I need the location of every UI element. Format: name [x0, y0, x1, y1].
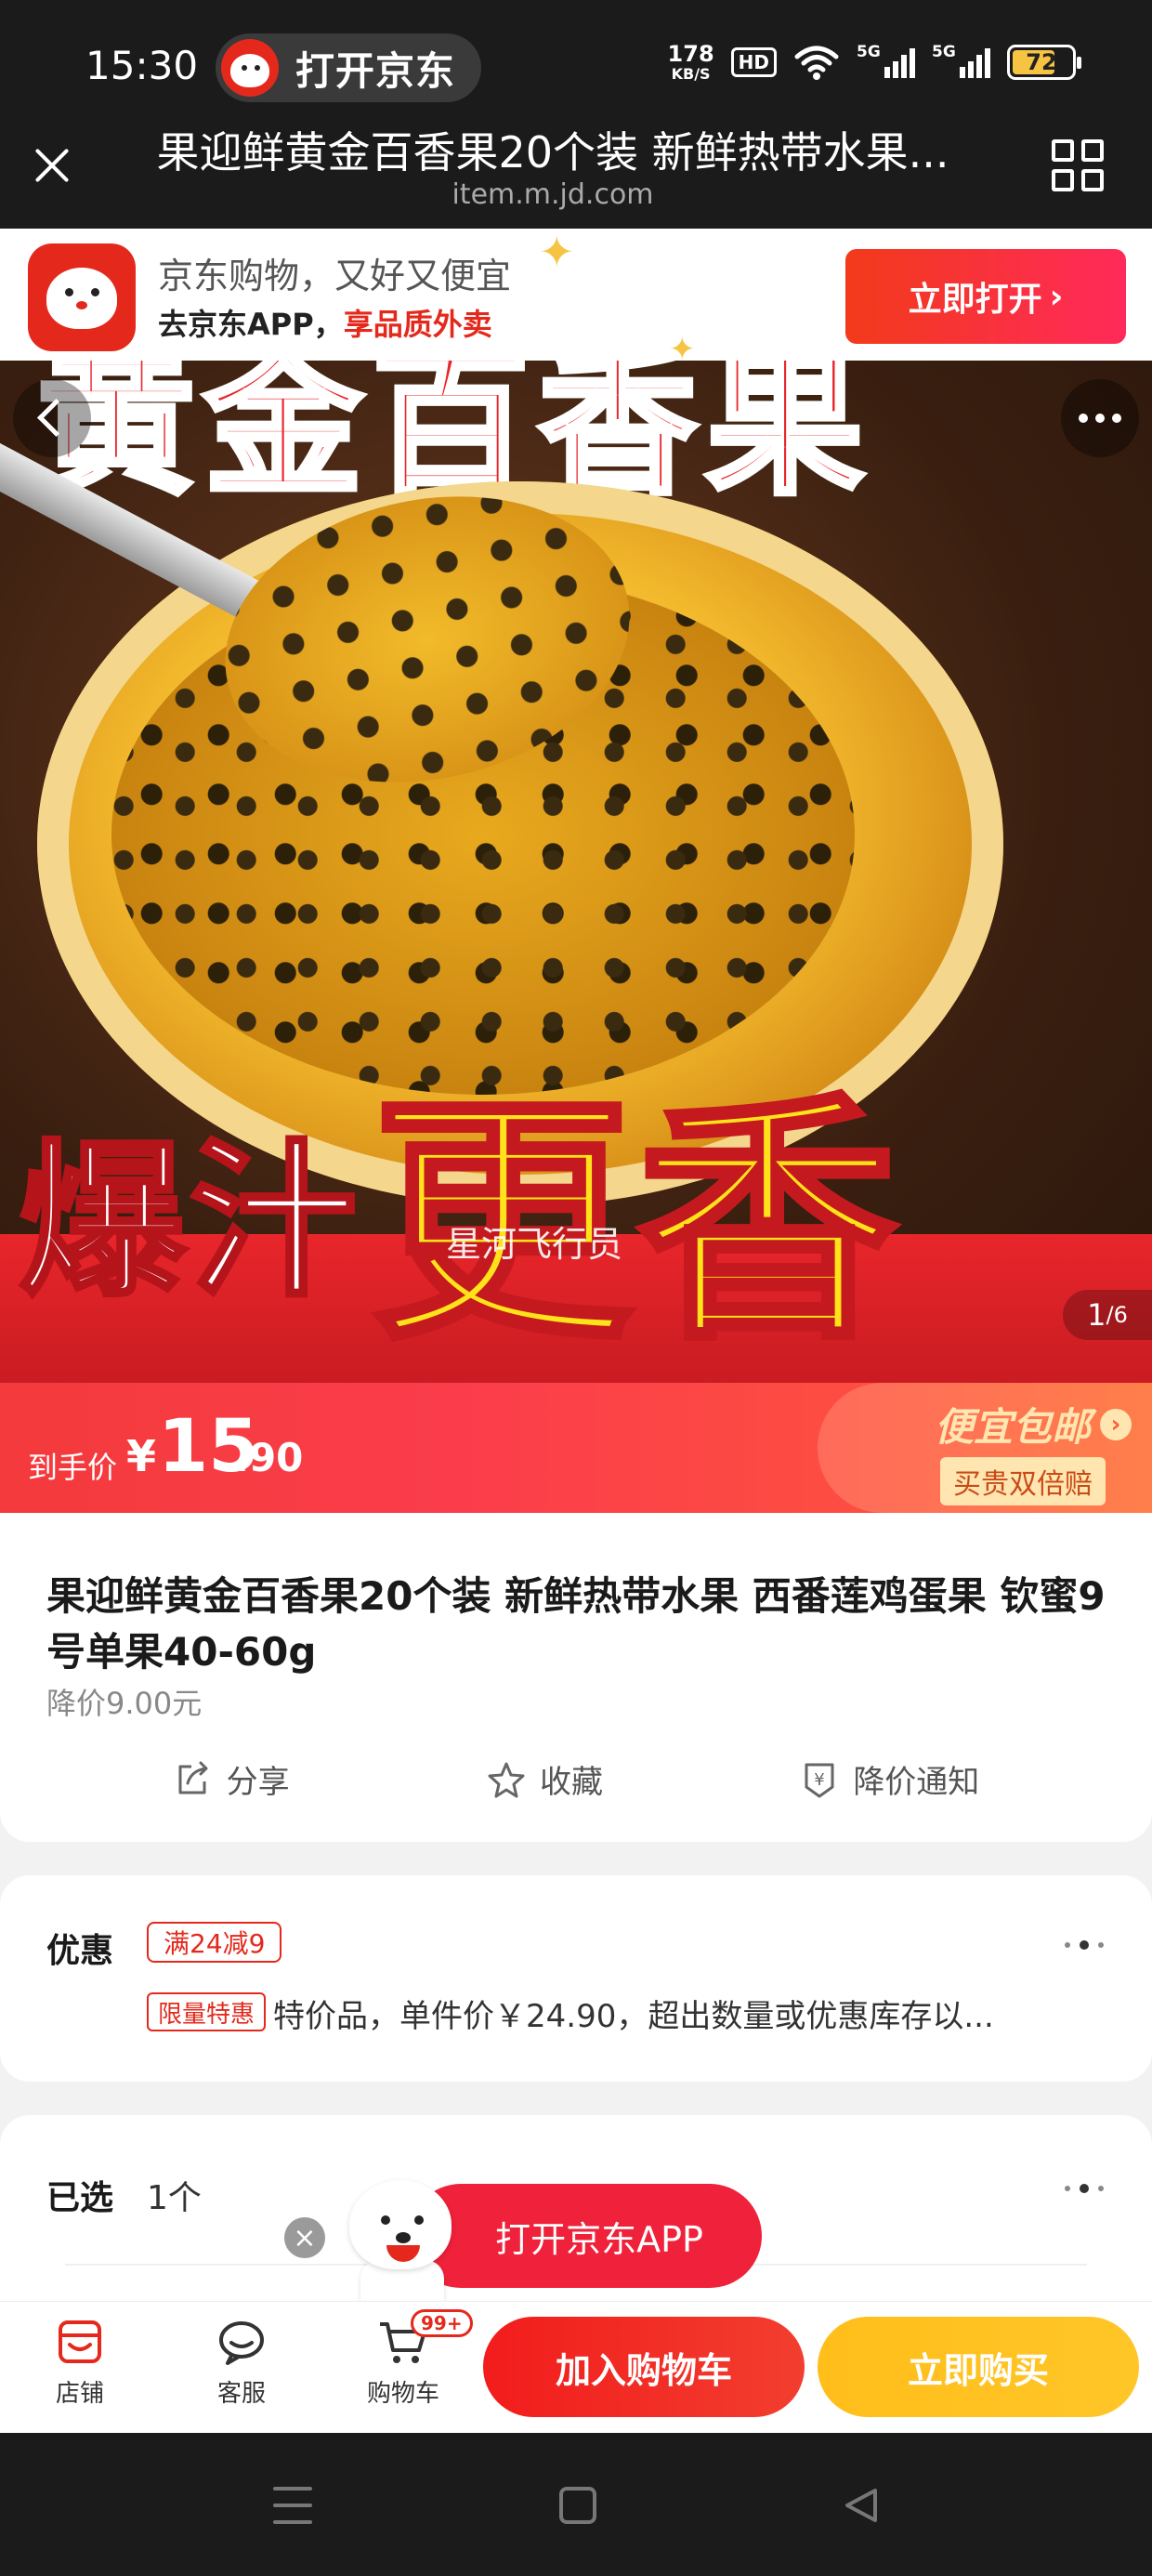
store-button[interactable]: 店铺 — [24, 2315, 136, 2409]
more-options-icon[interactable] — [1065, 2184, 1104, 2193]
wifi-icon — [794, 46, 839, 80]
price-alert-button[interactable]: ¥ 降价通知 — [799, 1756, 979, 1802]
share-icon — [178, 1761, 208, 1794]
status-icons: 178 KB/S HD 5G 5G 72 — [667, 41, 1081, 83]
selected-label: 已选 — [46, 2179, 114, 2217]
limited-offer-tag: 限量特惠 — [147, 1992, 267, 2031]
close-icon[interactable] — [26, 139, 78, 191]
open-jd-pill-label: 打开京东 — [295, 47, 456, 94]
sparkle-icon: ✦ — [539, 227, 575, 277]
image-counter: 1/6 — [1063, 1290, 1152, 1340]
app-banner[interactable]: 京东购物，又好又便宜 去京东APP，享品质外卖 ✦ ✦ 立即打开 › — [0, 227, 1152, 368]
open-app-button[interactable]: 立即打开 › — [845, 249, 1126, 344]
product-image[interactable]: 黄金百香果 爆汁 更香甜 星河飞行员 1/6 — [0, 361, 1152, 1383]
banner-tagline: 京东购物，又好又便宜 — [158, 256, 512, 296]
home-icon[interactable] — [559, 2487, 596, 2524]
promo-title: 优惠 — [46, 1932, 114, 1970]
close-float-icon[interactable]: × — [284, 2217, 325, 2258]
add-to-cart-button[interactable]: 加入购物车 — [483, 2317, 805, 2417]
battery-icon: 72 — [1007, 45, 1081, 80]
svg-text:¥: ¥ — [815, 1770, 825, 1790]
promo-tag: 满24减9 — [147, 1922, 282, 1963]
net-speed: 178 KB/S — [667, 41, 714, 83]
image-slogan-left: 爆汁 — [17, 1124, 361, 1321]
chevron-right-icon: › — [1100, 1408, 1132, 1440]
customer-service-button[interactable]: 客服 — [186, 2315, 297, 2409]
favorite-button[interactable]: 收藏 — [486, 1756, 603, 1802]
more-options-icon[interactable] — [1065, 1940, 1104, 1950]
price-tag-icon: ¥ — [805, 1763, 834, 1797]
promo-card[interactable]: 优惠 满24减9 限量特惠 特价品，单件价￥24.90，超出数量或优惠库存以..… — [0, 1875, 1152, 2082]
selected-value: 1个 — [147, 2179, 202, 2217]
page-title: 果迎鲜黄金百香果20个装 新鲜热带水果... — [156, 127, 949, 177]
product-actions: 分享 收藏 ¥ 降价通知 — [0, 1756, 1152, 1802]
price-bar: 到手价 ¥ 15 .90 便宜包邮 › 买贵双倍赔 — [0, 1383, 1152, 1513]
price-drop-text: 降价9.00元 — [46, 1686, 203, 1721]
product-info-card: 果迎鲜黄金百香果20个装 新鲜热带水果 西番莲鸡蛋果 钦蜜9号单果40-60g … — [0, 1513, 1152, 1842]
chat-icon — [219, 2321, 264, 2365]
page-url: item.m.jd.com — [452, 178, 654, 211]
buy-now-button[interactable]: 立即购买 — [818, 2317, 1139, 2417]
jd-app-logo-icon — [28, 243, 136, 351]
signal-icon: 5G — [857, 43, 915, 78]
cart-button[interactable]: 购物车 99+ — [347, 2309, 473, 2409]
free-shipping-link[interactable]: 便宜包邮 › — [935, 1396, 1132, 1452]
promo-description: 特价品，单件价￥24.90，超出数量或优惠库存以... — [273, 1998, 994, 2035]
share-button[interactable]: 分享 — [173, 1756, 290, 1802]
signal-icon: 5G — [932, 43, 990, 78]
bottom-action-bar: 店铺 客服 购物车 99+ 加入购物车 立即购买 — [0, 2301, 1152, 2433]
banner-subline: 去京东APP，享品质外卖 — [158, 307, 492, 342]
product-title: 果迎鲜黄金百香果20个装 新鲜热带水果 西番莲鸡蛋果 钦蜜9号单果40-60g — [46, 1573, 1106, 1675]
store-icon — [59, 2320, 101, 2363]
price-guarantee-badge: 买贵双倍赔 — [940, 1457, 1106, 1505]
system-navigation-bar — [0, 2433, 1152, 2576]
price-label: 到手价 — [28, 1450, 118, 1485]
cart-count-badge: 99+ — [411, 2309, 473, 2337]
status-time: 15:30 — [85, 43, 199, 88]
open-jd-pill[interactable]: 打开京东 — [216, 33, 481, 102]
price-currency: ¥ — [126, 1431, 157, 1481]
price-decimal: .90 — [234, 1435, 304, 1480]
recents-icon[interactable] — [273, 2487, 312, 2524]
watermark: 星河飞行员 — [446, 1224, 623, 1265]
star-icon — [488, 1762, 525, 1797]
back-icon[interactable] — [13, 379, 91, 457]
back-triangle-icon[interactable] — [840, 2485, 881, 2526]
jd-mascot-icon — [329, 2180, 468, 2301]
jd-mascot-icon — [221, 39, 279, 97]
status-bar: 15:30 打开京东 178 KB/S HD 5G 5G 72 — [0, 0, 1152, 138]
hd-icon: HD — [730, 47, 777, 77]
more-icon[interactable] — [1061, 379, 1139, 457]
image-slogan-right: 更香甜 — [369, 1070, 903, 1378]
grid-menu-icon[interactable] — [1052, 139, 1104, 191]
